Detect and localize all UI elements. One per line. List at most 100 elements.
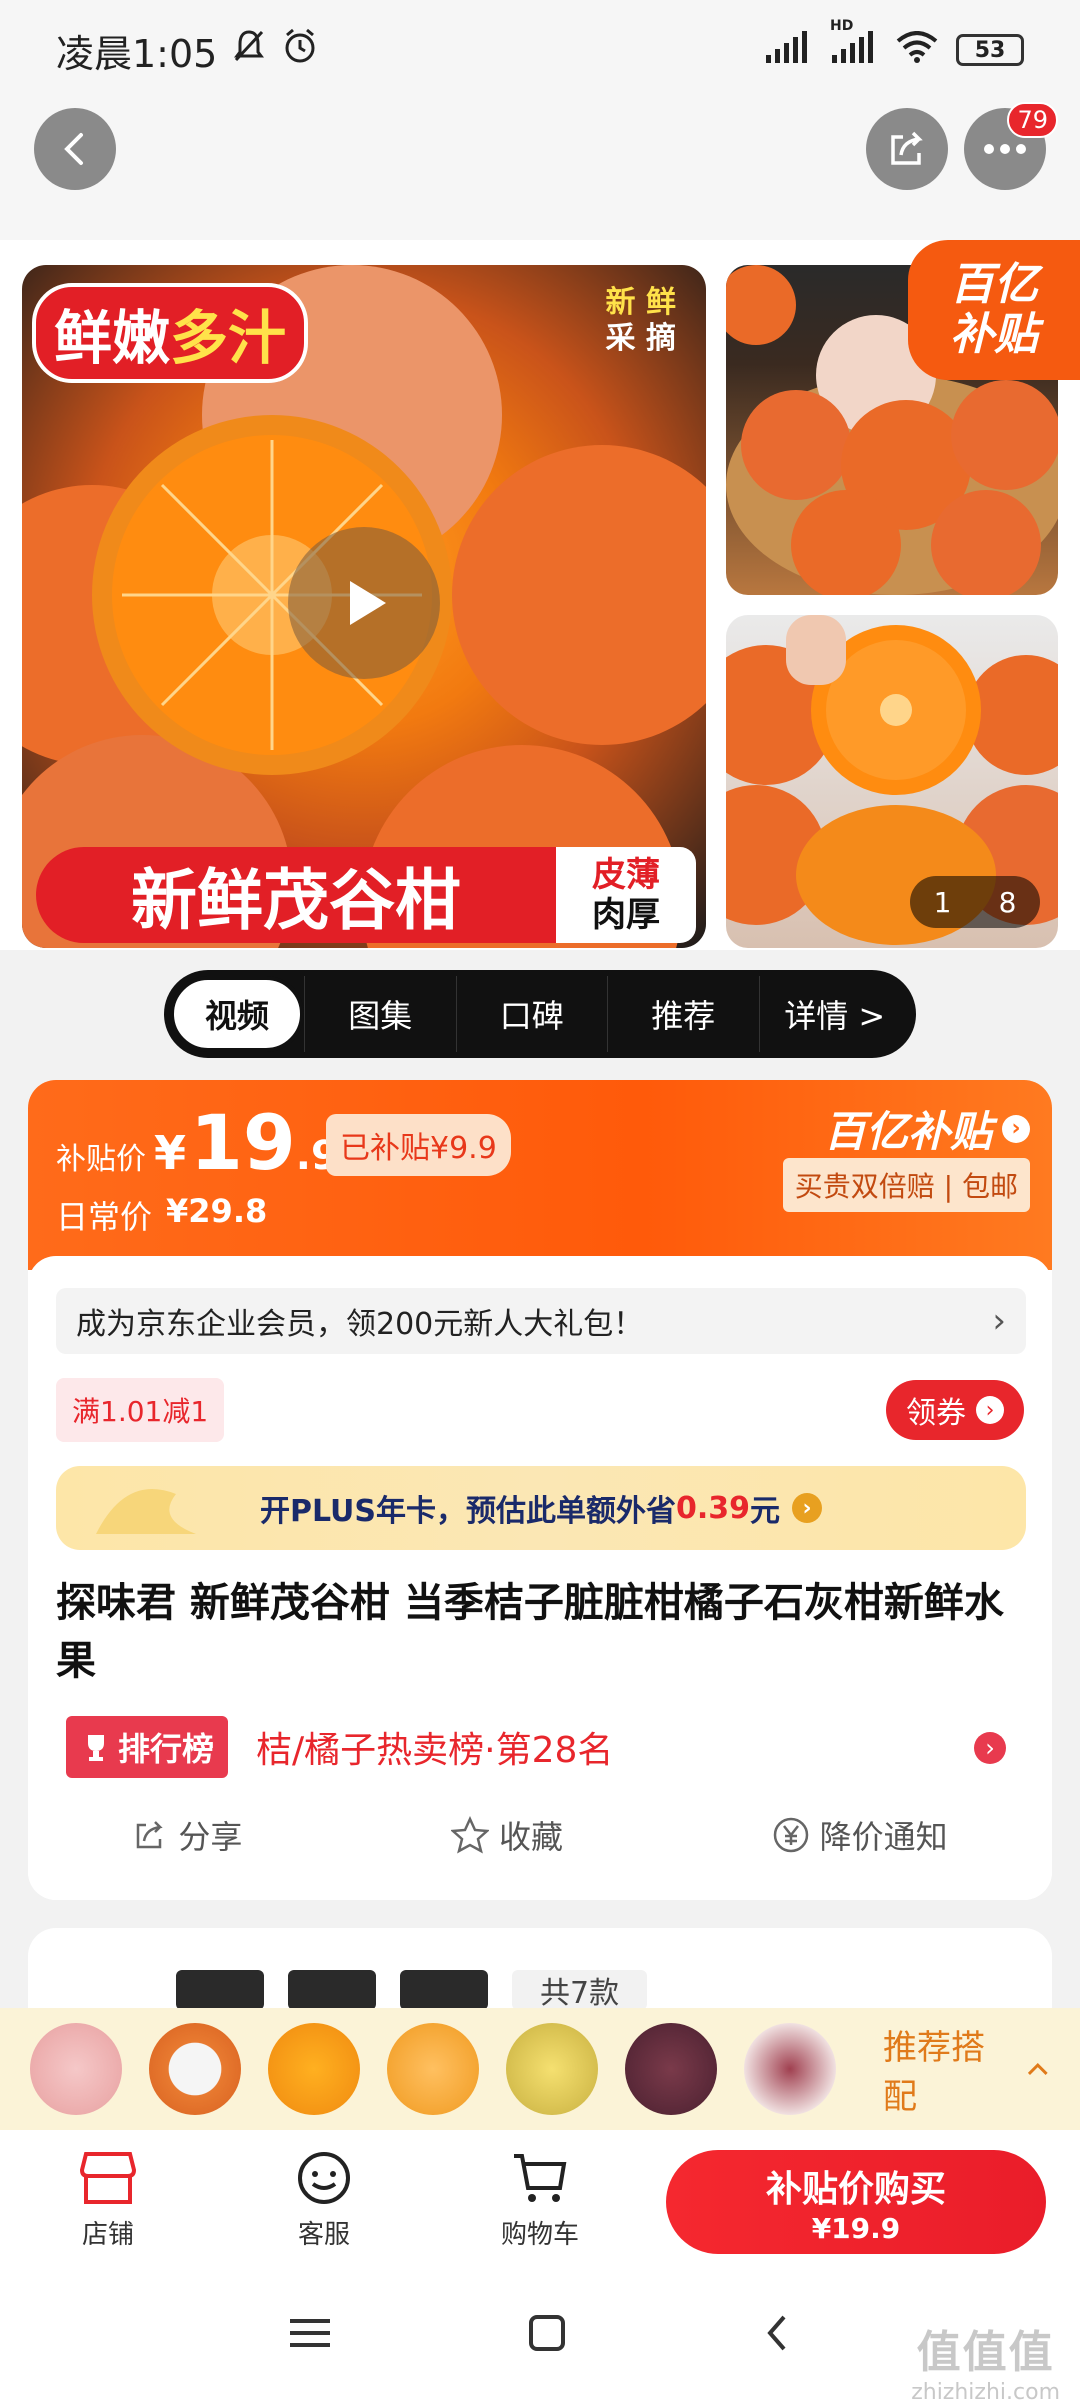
watermark-line1: 值值值 [916,2327,1055,2378]
spec-thumb-2[interactable] [288,1970,376,2010]
rec-item-1[interactable] [30,2023,122,2115]
tag-juicy: 多汁 [170,304,287,372]
ranking-chevron-icon[interactable]: › [974,1732,1006,1764]
tab-recommend[interactable]: 推荐 [607,976,759,1052]
main-title-banner: 新鲜茂谷柑 皮薄 肉厚 [36,847,696,943]
plus-text: 开PLUS年卡，预估此单额外省 [259,1494,676,1529]
tab-reviews[interactable]: 口碑 [455,976,608,1052]
counter-total: 8 [998,885,1017,919]
subsidized-amount-tag: 已补贴¥9.9 [326,1114,511,1176]
product-title: 探味君 新鲜茂谷柑 当季桔子脏脏柑橘子石灰柑新鲜水果 [56,1580,1004,1684]
promo-arrow-icon: › [992,1301,1006,1341]
product-gallery[interactable]: 鲜嫩多汁 新 鲜 采 摘 新鲜茂谷柑 皮薄 肉厚 百亿 补贴 1 8 [0,240,1080,950]
watermark-line2: zhizhizhi.com [911,2380,1060,2400]
menu-icon[interactable] [288,2315,332,2355]
plus-amount: 0.39 [675,1490,751,1526]
battery-icon: 53 [956,34,1024,66]
subsidy-corner-badge: 百亿 补贴 [908,240,1080,380]
back-button[interactable] [34,108,116,190]
price-header: 补贴价 ¥ 19 .9 已补贴¥9.9 日常价 ¥29.8 百亿补贴 › 买贵双… [28,1080,1052,1270]
thick-flesh-label: 肉厚 [592,895,660,935]
play-icon [350,581,386,625]
rec-item-5[interactable] [506,2023,598,2115]
spec-count-tag[interactable]: 共7款 [512,1970,648,2011]
service-label: 客服 [297,2219,350,2250]
share-icon [137,1821,163,1849]
cart-label: 购物车 [500,2219,579,2250]
tab-video[interactable]: 视频 [170,976,304,1052]
main-video-image[interactable]: 鲜嫩多汁 新 鲜 采 摘 新鲜茂谷柑 皮薄 肉厚 [22,265,706,948]
subsidy-brand[interactable]: 百亿补贴 › [824,1098,1030,1159]
home-icon[interactable] [527,2313,567,2357]
rec-item-2[interactable] [149,2023,241,2115]
message-count-badge: 79 [1007,102,1058,138]
store-label: 店铺 [81,2219,134,2250]
fresh-pick-label: 新 鲜 采 摘 [606,285,676,357]
star-icon [450,1816,489,1854]
daily-price-row: 日常价 ¥29.8 [56,1192,267,1238]
tag-fresh: 鲜嫩 [54,304,171,372]
subsidy-badge-line2: 补贴 [950,309,1038,360]
hd-label: HD [830,18,854,34]
share-top-button[interactable] [866,108,948,190]
subsidy-brand-label: 百亿补贴 [823,1107,992,1156]
currency-symbol: ¥ [154,1126,187,1180]
buy-now-button[interactable]: 补贴价购买 ¥19.9 [666,2150,1046,2254]
product-info-card: 补贴价 ¥ 19 .9 已补贴¥9.9 日常价 ¥29.8 百亿补贴 › 买贵双… [28,1080,1052,1900]
top-nav-bar: 79 [0,100,1080,240]
mute-bell-icon [231,28,267,73]
enterprise-member-promo[interactable]: 成为京东企业会员，领200元新人大礼包！ › [56,1288,1026,1354]
back-nav-icon[interactable] [762,2313,792,2357]
chevron-right-icon: › [1002,1114,1030,1143]
ranking-badge: 排行榜 [66,1716,229,1778]
thin-skin-tag: 皮薄 肉厚 [556,847,696,943]
chevron-right-icon: › [792,1493,823,1523]
image-counter: 1 8 [910,876,1040,928]
rec-item-3[interactable] [268,2023,360,2115]
share-label: 分享 [178,1818,243,1856]
price-drop-notify-action[interactable]: 降价通知 [772,1812,948,1858]
share-icon [891,131,923,165]
yen-circle-icon [773,1817,808,1853]
cart-button[interactable]: 购物车 [432,2150,648,2251]
buy-price: ¥19.9 [811,2211,901,2245]
price-row: 补贴价 ¥ 19 .9 [56,1098,339,1187]
price-integer: 19 [190,1098,296,1187]
chevron-right-icon: › [976,1396,1004,1424]
play-button[interactable] [288,527,440,679]
spec-thumb-3[interactable] [400,1970,488,2010]
ranking-badge-label: 排行榜 [118,1730,215,1768]
wifi-icon [896,28,938,72]
collect-action[interactable]: 收藏 [450,1812,563,1858]
fresh-pick-line1: 新 鲜 [605,285,676,320]
get-coupon-button[interactable]: 领券 › [886,1380,1024,1440]
rec-item-6[interactable] [625,2023,717,2115]
customer-service-button[interactable]: 客服 [216,2150,432,2251]
tag-fresh-juicy: 鲜嫩多汁 [32,283,309,383]
subsidy-badge-line1: 百亿 [950,259,1038,310]
action-row: 分享 收藏 降价通知 [28,1800,1052,1870]
plus-membership-banner[interactable]: 开PLUS年卡，预估此单额外省 0.39 元 › [56,1466,1026,1550]
recommended-combo-bar: 推荐搭配 [0,2008,1080,2130]
ranking-row[interactable]: 排行榜 桔/橘子热卖榜·第28名 [66,1716,613,1778]
thin-skin-label: 皮薄 [592,855,660,895]
hd-signal-icon: HD [830,18,878,72]
subsidy-price-label: 补贴价 [56,1142,146,1177]
spec-thumb-1[interactable] [176,1970,264,2010]
share-action[interactable]: 分享 [132,1812,242,1858]
more-button[interactable]: 79 [964,102,1058,190]
recommend-combo-toggle[interactable]: 推荐搭配 [883,2020,1050,2118]
tab-gallery[interactable]: 图集 [304,976,456,1052]
fresh-pick-line2: 采 摘 [605,321,676,356]
rec-item-7[interactable] [744,2023,836,2115]
buy-label: 补贴价购买 [765,2168,946,2210]
rec-item-4[interactable] [387,2023,479,2115]
tab-details[interactable]: 详情 > [758,976,911,1052]
watermark: 值值值 zhizhizhi.com [911,2316,1060,2400]
status-time: 凌晨1:05 [56,31,218,76]
cart-icon [514,2153,567,2202]
main-title: 新鲜茂谷柑 [36,847,556,943]
thumbnail-2[interactable]: 1 8 [726,615,1058,948]
spec-count-label: 共7款 [540,1976,620,2011]
store-button[interactable]: 店铺 [0,2150,216,2251]
